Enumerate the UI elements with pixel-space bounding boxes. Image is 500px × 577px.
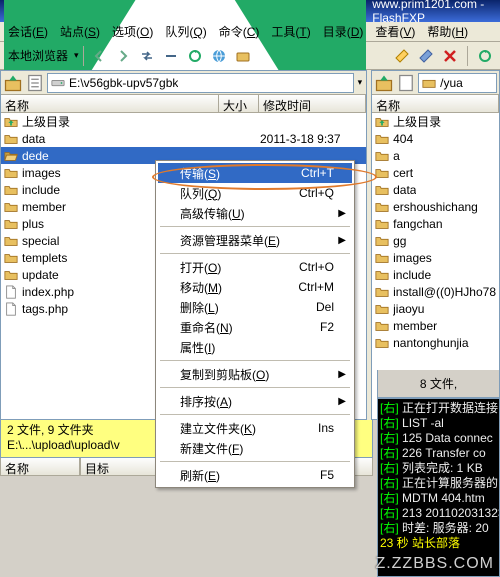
menu-separator (160, 387, 350, 388)
context-menu-item[interactable]: 打开(O)Ctrl+O (158, 257, 352, 277)
context-menu-item[interactable]: 移动(M)Ctrl+M (158, 277, 352, 297)
stop-button[interactable] (160, 45, 182, 67)
remote-status-text: 8 文件, (420, 375, 457, 392)
menu-item[interactable]: 站点(S) (54, 21, 106, 42)
history-button[interactable] (25, 73, 45, 93)
remote-col-name[interactable]: 名称 (372, 95, 499, 112)
folder-row[interactable]: images (372, 249, 499, 266)
qcol-name[interactable]: 名称 (0, 458, 80, 476)
dir-button[interactable] (232, 45, 254, 67)
col-size[interactable]: 大小 (219, 95, 259, 112)
context-menu-item[interactable]: 队列(Q)Ctrl+Q (158, 183, 352, 203)
context-menu-item[interactable]: 建立文件夹(K)Ins (158, 418, 352, 438)
folder-row[interactable]: 404 (372, 130, 499, 147)
context-menu-item[interactable]: 排序按(A)▶ (158, 391, 352, 411)
prev-button[interactable] (88, 45, 110, 67)
col-mod[interactable]: 修改时间 (259, 95, 366, 112)
log-line: [右] 列表完成: 1 KB (380, 461, 497, 476)
log-line: 23 秒 站长部落 (380, 536, 497, 551)
remote-address-bar[interactable]: /yua (418, 73, 497, 93)
folder-row[interactable]: a (372, 147, 499, 164)
folder-row[interactable]: jiaoyu (372, 300, 499, 317)
abort-button[interactable] (439, 45, 461, 67)
folder-row[interactable]: member (372, 317, 499, 334)
menu-item[interactable]: 选项(O) (106, 21, 159, 42)
toolbar-right (391, 45, 496, 67)
menu-item[interactable]: 命令(C) (213, 21, 266, 42)
menubar: 会话(E)站点(S)选项(O)队列(Q)命令(C)工具(T)目录(D)查看(V)… (0, 22, 500, 42)
next-button[interactable] (112, 45, 134, 67)
menu-separator (160, 360, 350, 361)
context-menu-item[interactable]: 复制到剪贴板(O)▶ (158, 364, 352, 384)
transfer-button[interactable] (136, 45, 158, 67)
remote-columns: 名称 (372, 95, 499, 113)
context-menu-item[interactable]: 传输(S)Ctrl+T (158, 163, 352, 183)
context-menu-item[interactable]: 新建文件(F) (158, 438, 352, 458)
context-menu-item[interactable]: 高级传输(U)▶ (158, 203, 352, 223)
context-menu-item[interactable]: 刷新(E)F5 (158, 465, 352, 485)
folder-row[interactable]: data (372, 181, 499, 198)
menu-separator (160, 226, 350, 227)
menu-item[interactable]: 目录(D) (317, 21, 370, 42)
log-line: [右] 213 2011020313233 (380, 506, 497, 521)
log-line: [右] 时差: 服务器: 20 (380, 521, 497, 536)
dropdown-arrow-icon[interactable]: ▾ (356, 77, 365, 88)
log-line: [右] 125 Data connec (380, 431, 497, 446)
folder-row[interactable]: data2011-3-18 9:37 (1, 130, 366, 147)
remote-path: /yua (440, 76, 463, 90)
remote-refresh-button[interactable] (474, 45, 496, 67)
col-name[interactable]: 名称 (1, 95, 219, 112)
local-browser-label: 本地浏览器 (4, 47, 72, 64)
folder-row[interactable]: install@((0)HJho78 (372, 283, 499, 300)
globe-button[interactable] (208, 45, 230, 67)
remote-up-button[interactable] (374, 73, 394, 93)
context-menu-item[interactable]: 删除(L)Del (158, 297, 352, 317)
menu-item[interactable]: 帮助(H) (421, 21, 474, 42)
connect-button[interactable] (391, 45, 413, 67)
log-line: [右] 正在打开数据连接 (380, 401, 497, 416)
log-line: [右] LIST -al (380, 416, 497, 431)
disconnect-button[interactable] (415, 45, 437, 67)
menu-item[interactable]: 工具(T) (265, 21, 316, 42)
folder-row[interactable]: include (372, 266, 499, 283)
folder-row[interactable]: 上级目录 (1, 113, 366, 130)
folder-row[interactable]: ershoushichang (372, 198, 499, 215)
menu-item[interactable]: 查看(V) (369, 21, 421, 42)
context-menu-item[interactable]: 属性(I) (158, 337, 352, 357)
folder-row[interactable]: fangchan (372, 215, 499, 232)
drive-icon (51, 76, 65, 90)
log-pane[interactable]: [右] 正在打开数据连接[右] LIST -al[右] 125 Data con… (377, 398, 500, 577)
menu-item[interactable]: 队列(Q) (159, 21, 212, 42)
menu-separator (160, 414, 350, 415)
window-titlebar: www.prim1201.com - FlashFXP (0, 0, 500, 22)
context-menu-item[interactable]: 资源管理器菜单(E)▶ (158, 230, 352, 250)
local-address-bar[interactable]: E:\v56gbk-upv57gbk (47, 73, 354, 93)
context-menu-item[interactable]: 重命名(N)F2 (158, 317, 352, 337)
folder-row[interactable]: cert (372, 164, 499, 181)
context-menu: 传输(S)Ctrl+T队列(Q)Ctrl+Q高级传输(U)▶ 资源管理器菜单(E)… (155, 160, 355, 488)
folder-row[interactable]: 上级目录 (372, 113, 499, 130)
log-line: [右] 226 Transfer co (380, 446, 497, 461)
remote-status: 8 文件, (377, 370, 500, 398)
menu-separator (160, 253, 350, 254)
menu-separator (160, 461, 350, 462)
remote-history-button[interactable] (396, 73, 416, 93)
log-line: [右] MDTM 404.htm (380, 491, 497, 506)
folder-row[interactable]: nantonghunjia (372, 334, 499, 351)
menu-item[interactable]: 会话(E) (2, 21, 54, 42)
refresh-button[interactable] (184, 45, 206, 67)
remote-pane: /yua 名称 上级目录404acertdataershoushichangfa… (371, 70, 500, 420)
local-columns: 名称 大小 修改时间 (1, 95, 366, 113)
up-button[interactable] (3, 73, 23, 93)
log-line: [右] 正在计算服务器的 (380, 476, 497, 491)
local-path: E:\v56gbk-upv57gbk (69, 76, 178, 90)
folder-icon (422, 76, 436, 90)
toolbar-left (88, 45, 254, 67)
folder-row[interactable]: gg (372, 232, 499, 249)
